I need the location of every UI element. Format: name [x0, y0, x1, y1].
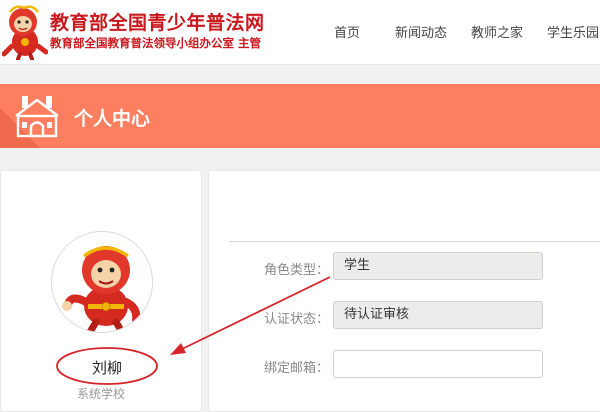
nav-item-students[interactable]: 学生乐园: [547, 22, 599, 41]
profile-form-card: 角色类型： 学生 认证状态： 待认证审核 绑定邮箱：: [208, 170, 600, 412]
mascot-avatar-icon: [52, 232, 152, 332]
auth-status-field: 待认证审核: [333, 301, 543, 329]
avatar[interactable]: [51, 231, 153, 333]
user-school: 系统学校: [76, 387, 125, 401]
bind-email-input[interactable]: [333, 350, 543, 378]
building-icon: [15, 96, 59, 138]
bind-email-label: 绑定邮箱：: [263, 361, 329, 376]
page-title: 个人中心: [74, 108, 151, 130]
auth-status-label: 认证状态：: [263, 312, 329, 327]
form-divider: [229, 241, 600, 242]
role-type-label: 角色类型：: [263, 263, 329, 278]
main-nav: 首页 新闻动态 教师之家 学生乐园: [0, 22, 600, 42]
user-name: 刘柳: [91, 359, 122, 377]
role-type-field: 学生: [333, 252, 543, 280]
profile-card: 刘柳 系统学校: [0, 170, 202, 412]
nav-item-home[interactable]: 首页: [334, 22, 360, 41]
nav-item-news[interactable]: 新闻动态: [395, 22, 447, 41]
nav-item-teachers[interactable]: 教师之家: [471, 22, 523, 41]
site-header: 教育部全国青少年普法网 教育部全国教育普法领导小组办公室 主管 首页 新闻动态 …: [0, 0, 600, 65]
page-banner: 个人中心: [0, 84, 600, 148]
user-name-annotation: 刘柳: [55, 346, 159, 386]
